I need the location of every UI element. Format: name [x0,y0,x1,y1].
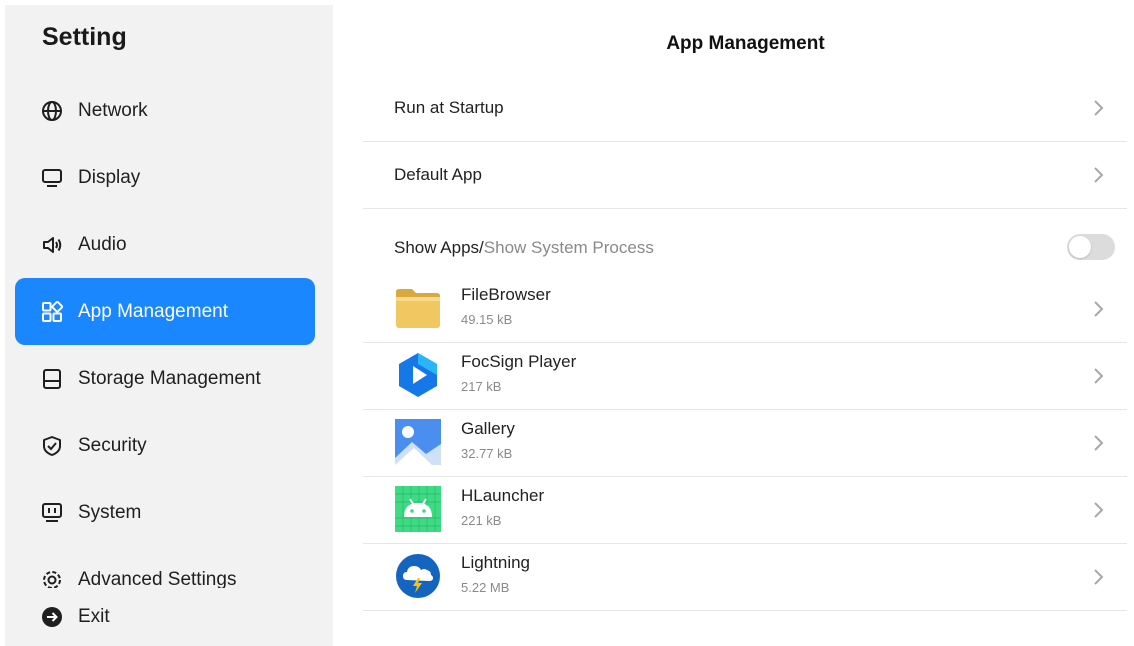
sidebar-item-audio[interactable]: Audio [15,211,315,278]
default-app-row[interactable]: Default App [363,141,1127,209]
storage-icon [40,367,64,391]
sidebar-item-label: Audio [78,233,127,255]
app-size: 32.77 kB [461,446,513,461]
globe-icon [40,99,64,123]
speaker-icon [40,233,64,257]
sidebar-item-label: System [78,501,142,523]
sidebar-item-security[interactable]: Security [15,412,315,479]
app-size: 5.22 MB [461,580,510,595]
show-system-process-toggle[interactable] [1067,234,1115,260]
sidebar-item-label: App Management [78,300,228,322]
sidebar-item-label: Advanced Settings [78,568,237,589]
chevron-right-icon [1094,368,1104,384]
app-item-focsign-player[interactable]: FocSign Player 217 kB [363,342,1127,410]
sidebar-item-label: Network [78,99,148,121]
system-monitor-icon [40,501,64,525]
chevron-right-icon [1094,569,1104,585]
app-size: 49.15 kB [461,312,513,327]
sidebar-item-display[interactable]: Display [15,144,315,211]
sidebar-title: Setting [42,23,127,51]
sidebar-list: Setting Network Display Audio App Manage… [5,5,333,588]
chevron-right-icon [1094,100,1104,116]
cloud-bolt-icon [396,554,440,598]
chevron-right-icon [1094,435,1104,451]
app-name: FileBrowser [461,285,551,304]
row-label: Default App [394,165,482,184]
app-size: 217 kB [461,379,502,394]
app-item-filebrowser[interactable]: FileBrowser 49.15 kB [363,275,1127,343]
app-name: FocSign Player [461,352,577,371]
toggle-knob [1069,236,1091,258]
chevron-right-icon [1094,301,1104,317]
row-label: Run at Startup [394,98,504,117]
shield-check-icon [40,434,64,458]
app-size: 221 kB [461,513,502,528]
toggle-label: Show Apps/Show System Process [394,238,654,258]
exit-arrow-icon [40,605,64,629]
play-hexagon-icon [399,353,437,397]
monitor-icon [40,166,64,190]
toggle-label-secondary: Show System Process [483,238,654,257]
run-at-startup-row[interactable]: Run at Startup [363,74,1127,142]
main-panel: App Management Run at Startup Default Ap… [333,0,1134,646]
sidebar-item-network[interactable]: Network [15,77,315,144]
sidebar: Setting Network Display Audio App Manage… [5,5,333,646]
gear-icon [40,568,64,588]
app-name: HLauncher [461,486,545,505]
sidebar-item-system[interactable]: System [15,479,315,546]
app-name: Gallery [461,419,515,438]
sidebar-item-advanced-settings[interactable]: Advanced Settings [15,546,315,588]
folder-icon [396,289,440,328]
app-name: Lightning [461,553,531,572]
sidebar-item-app-management[interactable]: App Management [15,278,315,345]
page-title: App Management [666,33,825,54]
sidebar-item-label: Storage Management [78,367,261,389]
app-item-hlauncher[interactable]: HLauncher 221 kB [363,476,1127,544]
exit-label: Exit [78,606,110,627]
android-icon [395,486,441,532]
app-item-lightning[interactable]: Lightning 5.22 MB [363,543,1127,611]
show-apps-toggle-row: Show Apps/Show System Process [363,208,1127,270]
sidebar-item-label: Security [78,434,147,456]
exit-button[interactable]: Exit [15,588,315,646]
gallery-icon [395,419,441,465]
app-item-gallery[interactable]: Gallery 32.77 kB [363,409,1127,477]
toggle-label-primary: Show Apps/ [394,238,484,257]
sidebar-item-storage-management[interactable]: Storage Management [15,345,315,412]
apps-grid-icon [40,300,64,324]
chevron-right-icon [1094,167,1104,183]
sidebar-item-label: Display [78,166,141,188]
chevron-right-icon [1094,502,1104,518]
